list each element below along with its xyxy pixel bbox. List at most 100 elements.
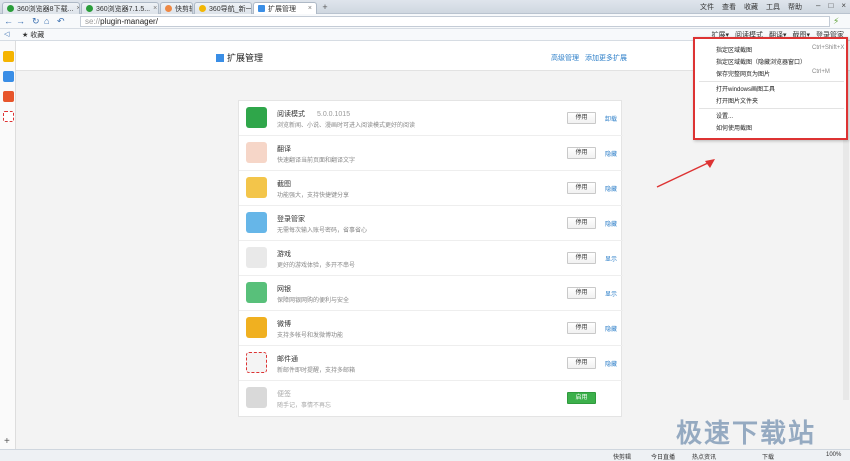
shortcut: Ctrl+M: [812, 69, 830, 75]
menu-item-region-screenshot-hide[interactable]: 指定区域截图（隐藏浏览器窗口）: [716, 57, 806, 66]
menu-view[interactable]: 查看: [722, 2, 736, 12]
weibo-icon[interactable]: [3, 91, 14, 102]
status-live[interactable]: 今日直播: [651, 452, 675, 461]
scrollbar[interactable]: [843, 140, 849, 400]
tab-1[interactable]: 360浏览器8下载...×: [2, 2, 80, 14]
enable-button[interactable]: 启用: [567, 392, 596, 404]
extension-name: 邮件通: [277, 356, 298, 363]
favorites-button[interactable]: ★ 收藏: [22, 30, 44, 40]
extension-description: 随手记，事情不再忘: [277, 403, 332, 409]
hide-link[interactable]: 隐藏: [605, 324, 617, 333]
extension-icon: [258, 5, 265, 12]
add-more-extensions-link[interactable]: 添加更多扩展: [585, 53, 627, 63]
extension-description: 浏览新闻、小说、漫画时可进入阅读模式更好的阅读: [277, 123, 416, 129]
address-bar[interactable]: se://plugin-manager/: [80, 16, 830, 27]
disable-button[interactable]: 停用: [567, 252, 596, 264]
new-tab-button[interactable]: +: [320, 3, 330, 13]
speed-icon[interactable]: ⚡: [833, 16, 839, 27]
extension-name: 截图: [277, 181, 291, 188]
close-window-icon[interactable]: ×: [841, 1, 846, 10]
tab-4[interactable]: 360导航_新一...: [194, 2, 252, 14]
close-icon[interactable]: ×: [308, 5, 312, 12]
reader-mode-icon: [246, 107, 267, 128]
minimize-icon[interactable]: –: [816, 1, 820, 10]
menu-item-open-image-folder[interactable]: 打开图片文件夹: [716, 96, 758, 105]
menu-item-save-page-image[interactable]: 保存完整网页为图片 Ctrl+M: [716, 69, 830, 78]
extension-description: 支持多帐号和发微博功能: [277, 333, 344, 339]
zoom-level[interactable]: 100%: [826, 452, 841, 458]
extension-description: 新邮件即时提醒，支持多邮箱: [277, 368, 356, 374]
tab-2[interactable]: 360浏览器7.1.5... ×: [81, 2, 159, 14]
nav-icon: [199, 5, 206, 12]
uninstall-link[interactable]: 卸载: [605, 114, 617, 123]
menu-favorites[interactable]: 收藏: [744, 2, 758, 12]
extension-name: 微博: [277, 321, 291, 328]
extension-description: 无需每次输入账号密码，省事省心: [277, 228, 368, 234]
refresh-icon[interactable]: ↻: [32, 16, 40, 27]
hide-link[interactable]: 隐藏: [605, 149, 617, 158]
extension-row: 邮件通 新邮件即时提醒，支持多邮箱 停用 隐藏: [239, 346, 623, 381]
menu-item-how-to-screenshot[interactable]: 如何使用截图: [716, 123, 752, 132]
game-icon: [246, 247, 267, 268]
extension-list: 阅读模式 5.0.0.1015 浏览新闻、小说、漫画时可进入阅读模式更好的阅读 停…: [238, 100, 623, 417]
mail-icon[interactable]: [3, 111, 14, 122]
hide-link[interactable]: 隐藏: [605, 184, 617, 193]
extension-version: 5.0.0.1015: [317, 111, 351, 118]
forward-icon[interactable]: →: [16, 16, 25, 27]
clip-icon: [165, 5, 172, 12]
disable-button[interactable]: 停用: [567, 112, 596, 124]
browser-icon: [7, 5, 14, 12]
star-icon[interactable]: [3, 51, 14, 62]
menu-item-settings[interactable]: 设置...: [716, 111, 733, 120]
close-icon[interactable]: ×: [153, 5, 157, 12]
extension-row: 微博 支持多帐号和发微博功能 停用 隐藏: [239, 311, 623, 346]
weibo-icon: [246, 317, 267, 338]
disable-button[interactable]: 停用: [567, 147, 596, 159]
disable-button[interactable]: 停用: [567, 322, 596, 334]
disable-button[interactable]: 停用: [567, 182, 596, 194]
menu-separator: [699, 81, 844, 82]
list-icon[interactable]: [3, 71, 14, 82]
tab-3[interactable]: 快剪辑: [160, 2, 193, 14]
menu-bar: 文件 查看 收藏 工具 帮助: [700, 2, 802, 12]
close-icon[interactable]: ×: [76, 5, 79, 12]
status-news[interactable]: 热点资讯: [692, 452, 716, 461]
collapse-icon[interactable]: ◁: [4, 30, 9, 38]
sidebar: [0, 41, 16, 449]
undo-icon[interactable]: ↶: [57, 16, 65, 27]
advanced-manage-link[interactable]: 高级管理: [551, 53, 579, 63]
show-link[interactable]: 显示: [605, 289, 617, 298]
back-icon[interactable]: ←: [4, 16, 13, 27]
show-link[interactable]: 显示: [605, 254, 617, 263]
page-title: 扩展管理: [216, 51, 263, 64]
status-download[interactable]: 下载: [762, 452, 774, 461]
watermark: 极速下载站: [676, 419, 817, 449]
menu-help[interactable]: 帮助: [788, 2, 802, 12]
disable-button[interactable]: 停用: [567, 217, 596, 229]
extension-name: 翻译: [277, 146, 291, 153]
mail-icon: [246, 352, 267, 373]
status-bar: 快剪辑 今日直播 热点资讯 下载 100%: [0, 449, 850, 461]
hide-link[interactable]: 隐藏: [605, 219, 617, 228]
home-icon[interactable]: ⌂: [44, 16, 49, 27]
menu-tools[interactable]: 工具: [766, 2, 780, 12]
status-clip[interactable]: 快剪辑: [613, 452, 631, 461]
add-icon[interactable]: +: [4, 436, 10, 447]
menu-item-open-paint[interactable]: 打开windows画图工具: [716, 84, 775, 93]
maximize-icon[interactable]: □: [828, 1, 833, 10]
menu-file[interactable]: 文件: [700, 2, 714, 12]
hide-link[interactable]: 隐藏: [605, 359, 617, 368]
nav-bar: ← → ↻ ⌂ ↶ se://plugin-manager/ ⚡: [0, 14, 850, 29]
tab-5-active[interactable]: 扩展管理 ×: [253, 2, 317, 14]
screenshot-icon: [246, 177, 267, 198]
translate-icon: [246, 142, 267, 163]
disable-button[interactable]: 停用: [567, 287, 596, 299]
menu-item-region-screenshot[interactable]: 指定区域截图 Ctrl+Shift+X: [716, 45, 844, 54]
extension-row: 游戏 更好的游戏体验，多开不串号 停用 显示: [239, 241, 623, 276]
shortcut: Ctrl+Shift+X: [812, 45, 845, 51]
extension-description: 快速翻译当前页面和翻译文字: [277, 158, 356, 164]
annotation-arrow: [656, 159, 715, 188]
window-controls: – □ ×: [816, 1, 846, 10]
tab-bar: 360浏览器8下载...× 360浏览器7.1.5...× 快剪辑 360导航_…: [0, 0, 850, 14]
disable-button[interactable]: 停用: [567, 357, 596, 369]
